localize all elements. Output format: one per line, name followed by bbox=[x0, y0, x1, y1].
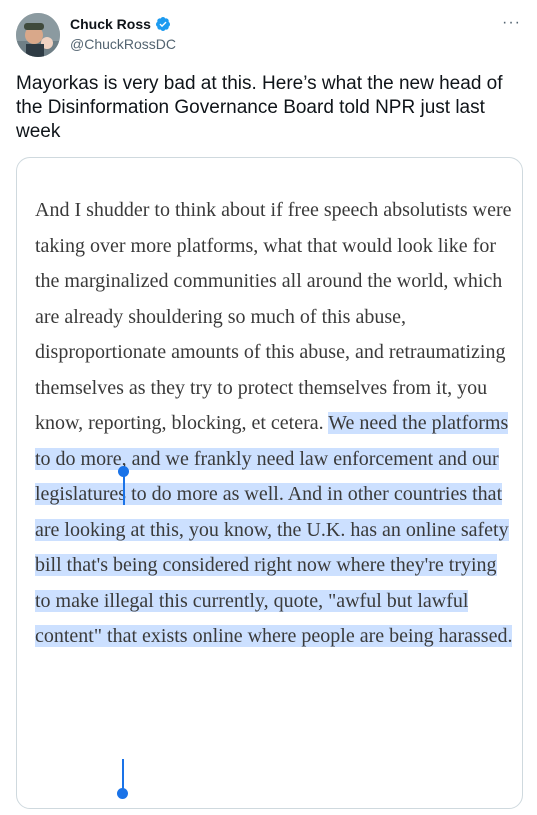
quote-highlighted-text: We need the platforms to do more, and we… bbox=[35, 412, 513, 647]
avatar-image bbox=[16, 13, 60, 57]
tweet-media-image[interactable]: And I shudder to think about if free spe… bbox=[16, 157, 523, 809]
author-name[interactable]: Chuck Ross bbox=[70, 16, 151, 32]
tweet-text: Mayorkas is very bad at this. Here’s wha… bbox=[16, 73, 503, 142]
selection-end-bar bbox=[122, 759, 124, 789]
more-options-icon[interactable]: ··· bbox=[502, 14, 521, 32]
quote-plain-text: And I shudder to think about if free spe… bbox=[35, 199, 512, 434]
author-name-row: Chuck Ross bbox=[70, 16, 171, 32]
verified-badge-icon bbox=[155, 17, 170, 31]
author-handle[interactable]: @ChuckRossDC bbox=[70, 36, 176, 52]
selection-end-handle[interactable] bbox=[117, 788, 128, 799]
quote-text: And I shudder to think about if free spe… bbox=[35, 193, 515, 655]
author-avatar[interactable] bbox=[16, 13, 60, 57]
selection-start-bar bbox=[123, 475, 125, 505]
